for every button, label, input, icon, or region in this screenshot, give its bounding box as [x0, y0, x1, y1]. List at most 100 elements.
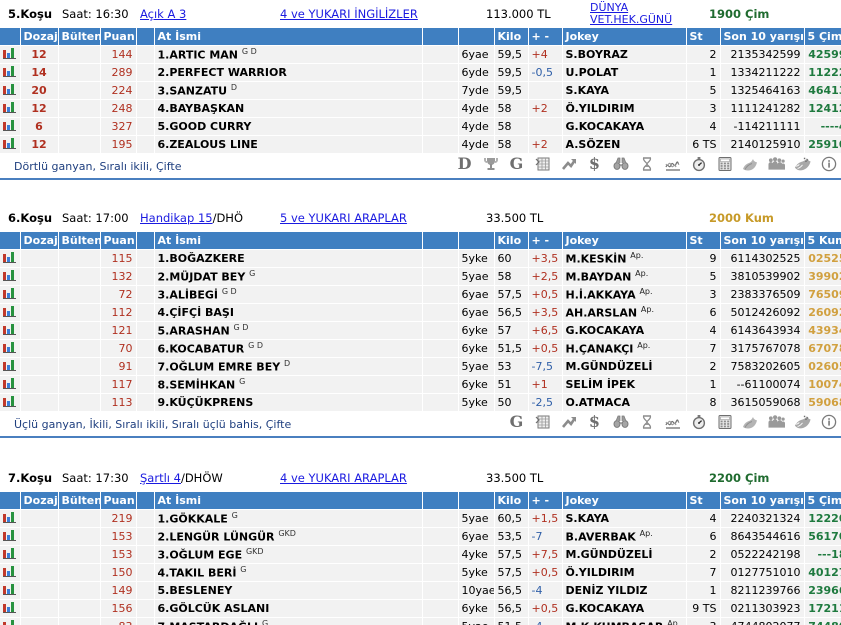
cell-horse-name[interactable]: 2.PERFECT WARRIOR — [154, 64, 422, 82]
row-chart-cell[interactable] — [0, 322, 20, 340]
col-header-son10[interactable]: Son 10 yarışı — [720, 28, 804, 46]
bar-chart-icon[interactable] — [3, 65, 16, 77]
horse-name-text[interactable]: 9.KÜÇÜKPRENS — [158, 396, 254, 409]
horse-silhouette-icon[interactable] — [742, 413, 759, 430]
col-header-jokey[interactable]: Jokey — [562, 492, 686, 510]
race-condition-link[interactable]: Şartlı 4 — [140, 471, 181, 485]
cell-horse-name[interactable]: 4.TAKIL BERİ G — [154, 564, 422, 582]
col-header-gap[interactable] — [136, 28, 154, 46]
bar-chart-icon[interactable] — [3, 359, 16, 371]
table-row[interactable]: 1504.TAKIL BERİ G5yke57,5+0,5Ö.YILDIRIM7… — [0, 564, 841, 582]
horse-name-text[interactable]: 2.MÜJDAT BEY — [158, 271, 246, 284]
table-row[interactable]: 142892.PERFECT WARRIOR6yde59,5-0,5U.POLA… — [0, 64, 841, 82]
horse-name-text[interactable]: 1.GÖKKALE — [158, 513, 228, 526]
cell-horse-name[interactable]: 6.ZEALOUS LINE — [154, 136, 422, 154]
racing-horses-icon[interactable] — [794, 413, 811, 430]
row-chart-cell[interactable] — [0, 268, 20, 286]
bar-chart-icon[interactable] — [3, 583, 16, 595]
col-header-dozaj[interactable]: Dozaj — [20, 492, 58, 510]
horse-name-text[interactable]: 7.OĞLUM EMRE BEY — [158, 361, 281, 374]
col-header-at-ismi[interactable]: At İsmi — [154, 28, 422, 46]
stopwatch-icon[interactable] — [690, 155, 707, 172]
cell-jokey[interactable]: S.BOYRAZ — [562, 46, 686, 64]
jokey-name-text[interactable]: S.BOYRAZ — [566, 48, 628, 61]
binoculars-icon[interactable] — [612, 155, 629, 172]
racing-horses-icon[interactable] — [794, 155, 811, 172]
cell-jokey[interactable]: G.KOCAKAYA — [562, 322, 686, 340]
cell-jokey[interactable]: U.POLAT — [562, 64, 686, 82]
row-chart-cell[interactable] — [0, 304, 20, 322]
crowd-icon[interactable] — [768, 413, 785, 430]
col-header-at-ismi[interactable]: At İsmi — [154, 492, 422, 510]
cell-jokey[interactable]: M.GÜNDÜZELİ — [562, 358, 686, 376]
cell-jokey[interactable]: Ö.YILDIRIM — [562, 564, 686, 582]
bar-chart-icon[interactable] — [3, 341, 16, 353]
jokey-name-text[interactable]: S.KAYA — [566, 84, 610, 97]
jokey-name-text[interactable]: M.KESKİN — [566, 253, 627, 266]
cell-jokey[interactable]: A.SÖZEN — [562, 136, 686, 154]
bar-chart-icon[interactable] — [3, 601, 16, 613]
row-chart-cell[interactable] — [0, 100, 20, 118]
row-chart-cell[interactable] — [0, 46, 20, 64]
bar-chart-icon[interactable] — [3, 101, 16, 113]
race-note-link-line2[interactable]: VET.HEK.GÜNÜ — [590, 14, 695, 26]
row-chart-cell[interactable] — [0, 510, 20, 528]
cell-horse-name[interactable]: 6.KOCABATUR G D — [154, 340, 422, 358]
horse-silhouette-icon[interactable] — [742, 155, 759, 172]
col-header-gap[interactable] — [136, 492, 154, 510]
horse-name-text[interactable]: 3.SANZATU — [158, 85, 228, 98]
cell-horse-name[interactable]: 1.BOĞAZKERE — [154, 250, 422, 268]
row-chart-cell[interactable] — [0, 358, 20, 376]
col-header-plusminus[interactable]: + - — [528, 492, 562, 510]
table-row[interactable]: 121956.ZEALOUS LINE4yde58+2A.SÖZEN6 TS21… — [0, 136, 841, 154]
cell-horse-name[interactable]: 4.ÇİFÇİ BAŞI — [154, 304, 422, 322]
bar-chart-icon[interactable] — [3, 529, 16, 541]
crowd-icon[interactable] — [768, 155, 785, 172]
col-header-kilo[interactable]: Kilo — [494, 232, 528, 250]
col-header-st[interactable]: St — [686, 28, 720, 46]
col-header-age[interactable] — [458, 232, 494, 250]
info-icon[interactable] — [820, 155, 837, 172]
horse-name-text[interactable]: 2.PERFECT WARRIOR — [158, 66, 287, 79]
col-header-jokey[interactable]: Jokey — [562, 28, 686, 46]
row-chart-cell[interactable] — [0, 600, 20, 618]
cell-horse-name[interactable]: 1.GÖKKALE G — [154, 510, 422, 528]
col-header-bulten[interactable]: Bülten — [58, 232, 100, 250]
table-row[interactable]: 202243.SANZATU D7yde59,5S.KAYA5132546416… — [0, 82, 841, 100]
trend-arrow-icon[interactable] — [560, 413, 577, 430]
col-header-at-ismi[interactable]: At İsmi — [154, 232, 422, 250]
horse-name-text[interactable]: 4.BAYBAŞKAN — [158, 102, 245, 115]
row-chart-cell[interactable] — [0, 118, 20, 136]
row-chart-cell[interactable] — [0, 136, 20, 154]
col-header-blank[interactable] — [422, 28, 458, 46]
horse-name-text[interactable]: 7.MASTARDAĞLI — [158, 621, 259, 625]
cell-jokey[interactable]: H.ÇANAKÇI Ap. — [562, 340, 686, 358]
calculator-icon[interactable] — [716, 413, 733, 430]
hourglass-icon[interactable] — [638, 155, 655, 172]
race-condition-link[interactable]: Handikap 15 — [140, 211, 213, 225]
calculator-icon[interactable] — [716, 155, 733, 172]
table-row[interactable]: 1322.MÜJDAT BEY G5yae58+2,5M.BAYDAN Ap.5… — [0, 268, 841, 286]
table-row[interactable]: 1215.ARASHAN G D6yke57+6,5G.KOCAKAYA4614… — [0, 322, 841, 340]
horse-name-text[interactable]: 1.ARTIC MAN — [158, 49, 239, 62]
jokey-name-text[interactable]: G.KOCAKAYA — [566, 120, 645, 133]
col-header-icon[interactable] — [0, 492, 20, 510]
trend-arrow-icon[interactable] — [560, 155, 577, 172]
horse-name-text[interactable]: 6.GÖLCÜK ASLANI — [158, 602, 270, 615]
jokey-name-text[interactable]: H.ÇANAKÇI — [566, 343, 634, 356]
bar-chart-icon[interactable] — [3, 619, 16, 625]
col-header-age[interactable] — [458, 492, 494, 510]
bar-chart-icon[interactable] — [3, 565, 16, 577]
cell-horse-name[interactable]: 6.GÖLCÜK ASLANI — [154, 600, 422, 618]
info-icon[interactable] — [820, 413, 837, 430]
col-header-kilo[interactable]: Kilo — [494, 492, 528, 510]
cell-jokey[interactable]: SELİM İPEK — [562, 376, 686, 394]
cell-horse-name[interactable]: 2.LENGÜR LÜNGÜR GKD — [154, 528, 422, 546]
cell-horse-name[interactable]: 3.ALİBEGİ G D — [154, 286, 422, 304]
col-header-gap[interactable] — [136, 232, 154, 250]
col-header-icon[interactable] — [0, 232, 20, 250]
horse-name-text[interactable]: 6.ZEALOUS LINE — [158, 138, 258, 151]
table-row[interactable]: 1124.ÇİFÇİ BAŞI6yae56,5+3,5AH.ARSLAN Ap.… — [0, 304, 841, 322]
cell-jokey[interactable]: M.GÜNDÜZELİ — [562, 546, 686, 564]
bar-chart-icon[interactable] — [3, 323, 16, 335]
